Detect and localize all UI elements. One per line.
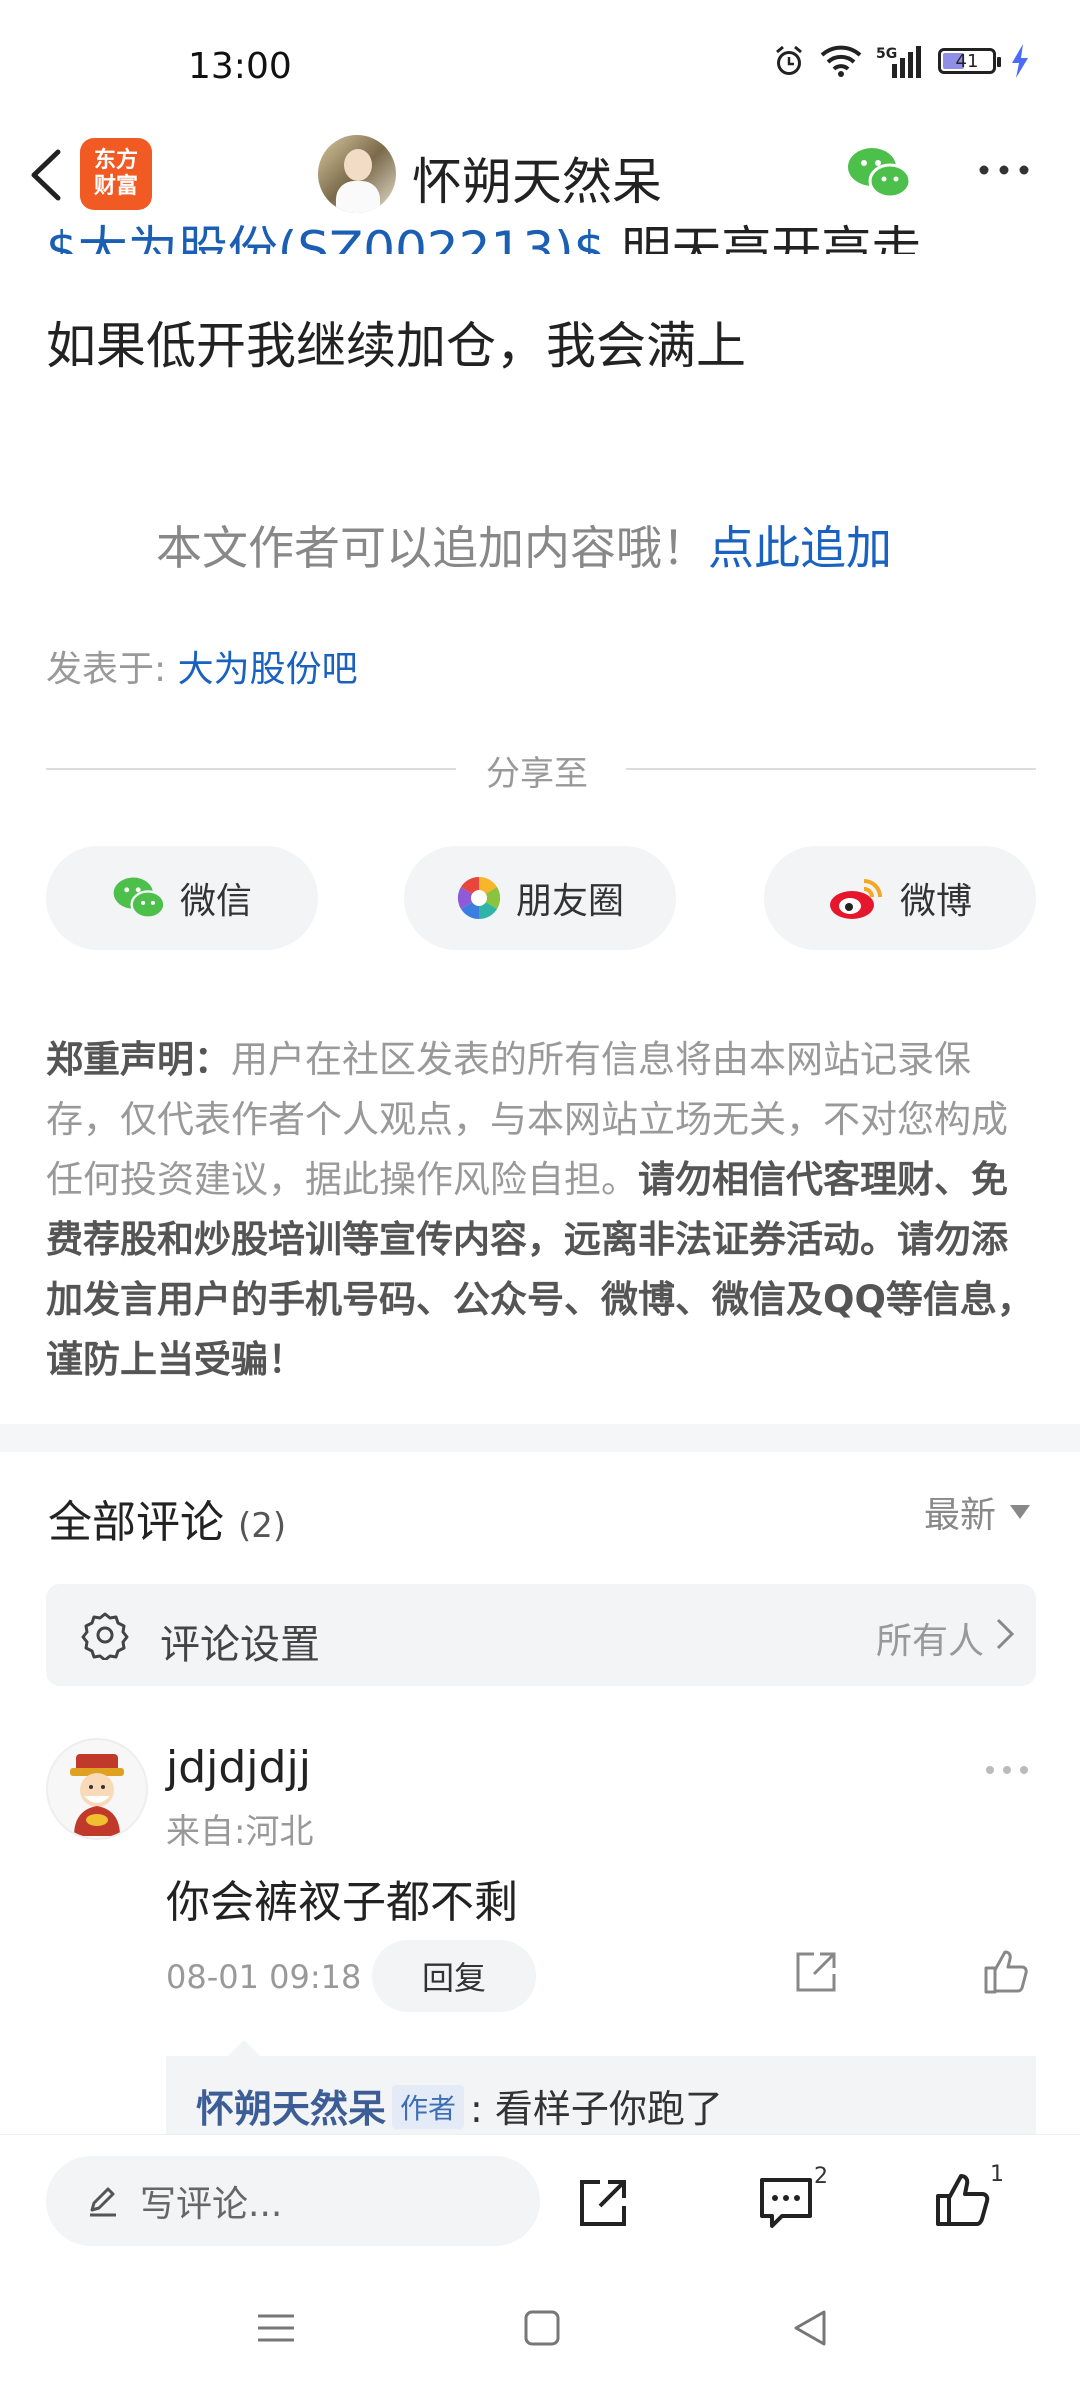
posted-in: 发表于: 大为股份吧: [46, 640, 358, 692]
comments-count: (2): [238, 1506, 287, 1546]
weibo-icon: [829, 879, 882, 919]
share-weibo-button[interactable]: 微博: [764, 846, 1036, 950]
comment-settings-value: 所有人: [875, 1621, 984, 1662]
comment-text: 你会裤衩子都不剩: [166, 1877, 518, 1928]
nav-back-icon[interactable]: [788, 2306, 832, 2350]
stock-link[interactable]: $大为股份(SZ002213)$: [46, 221, 606, 254]
author-name-title[interactable]: 怀朔天然呆: [412, 142, 662, 214]
share-weibo-label: 微博: [899, 881, 972, 922]
status-icons: 5G 41: [772, 44, 1030, 78]
chevron-right-icon: [996, 1618, 1015, 1650]
share-wechat-button[interactable]: 微信: [46, 846, 318, 950]
share-label: 分享至: [486, 754, 588, 794]
like-icon[interactable]: [980, 1946, 1030, 1996]
reply-author[interactable]: 怀朔天然呆: [196, 2087, 386, 2131]
author-tag: 作者: [392, 2085, 465, 2129]
share-wechat-label: 微信: [179, 881, 252, 922]
signal-5g-icon: 5G: [876, 46, 921, 78]
append-prompt-text: 本文作者可以追加内容哦！: [156, 521, 708, 575]
comment-settings-label: 评论设置: [160, 1622, 320, 1668]
comment-count-badge: 2: [814, 2164, 828, 2189]
comments-title: 全部评论 (2): [48, 1486, 286, 1550]
sort-label: 最新: [923, 1495, 996, 1536]
svg-text:5G: 5G: [876, 46, 897, 62]
like-icon[interactable]: [932, 2170, 992, 2230]
author-avatar[interactable]: [318, 135, 396, 213]
moments-icon: [457, 876, 501, 920]
comment-time: 08-01 09:18: [166, 1958, 362, 1996]
article-text-part: 明天高开高走，: [605, 221, 972, 254]
section-divider: [0, 1424, 1080, 1452]
caishen-avatar-icon: [70, 1754, 124, 1836]
divider: [46, 768, 456, 770]
alarm-icon: [776, 45, 802, 75]
back-arrow-icon[interactable]: [22, 140, 72, 210]
share-moments-button[interactable]: 朋友圈: [404, 846, 676, 950]
reply-box: 怀朔天然呆 作者: 看样子你跑了: [166, 2056, 1036, 2134]
forum-link[interactable]: 大为股份吧: [178, 649, 358, 690]
comments-title-text: 全部评论: [48, 1497, 224, 1548]
more-options-icon[interactable]: [976, 160, 1032, 180]
gear-icon: [81, 1612, 129, 1660]
share-icon[interactable]: [574, 2174, 632, 2232]
posted-label: 发表于:: [46, 649, 178, 690]
reply-notch: [228, 2040, 260, 2056]
wechat-icon[interactable]: [846, 145, 912, 201]
reply-button[interactable]: 回复: [372, 1940, 536, 2012]
disclaimer-title: 郑重声明：: [46, 1038, 231, 1081]
article-text-cut: $大为股份(SZ002213)$ 明天高开高走，: [46, 214, 971, 254]
reply-line: 怀朔天然呆 作者: 看样子你跑了: [196, 2078, 723, 2133]
article-text-line: 如果低开我继续加仓，我会满上: [46, 317, 746, 375]
comment-placeholder: 写评论...: [140, 2184, 283, 2225]
status-time: 13:00: [188, 46, 292, 87]
charging-icon: [1012, 44, 1028, 78]
commenter-name[interactable]: jdjdjdjj: [166, 1742, 311, 1793]
pencil-icon: [90, 2187, 116, 2217]
share-icon[interactable]: [792, 1948, 840, 1996]
sort-dropdown[interactable]: 最新: [924, 1486, 1030, 1538]
comment-input[interactable]: 写评论...: [46, 2156, 540, 2246]
battery-icon: 41: [938, 48, 1001, 74]
eastmoney-logo[interactable]: 东方 财富: [80, 138, 152, 210]
comment-icon[interactable]: [756, 2172, 816, 2232]
commenter-avatar[interactable]: [46, 1738, 148, 1840]
disclaimer: 郑重声明：用户在社区发表的所有信息将由本网站记录保存，仅代表作者个人观点，与本网…: [46, 1030, 1036, 1390]
logo-text-2: 财富: [93, 174, 138, 199]
share-moments-label: 朋友圈: [515, 881, 624, 922]
append-prompt: 本文作者可以追加内容哦！点此追加: [156, 512, 892, 578]
home-icon[interactable]: [520, 2306, 564, 2350]
divider: [626, 768, 1036, 770]
commenter-location: 来自:河北: [166, 1812, 314, 1852]
dropdown-triangle-icon: [1010, 1505, 1030, 1519]
wechat-icon: [113, 877, 166, 919]
comment-more-icon[interactable]: [982, 1762, 1032, 1778]
logo-text-1: 东方: [93, 148, 138, 173]
reply-text: : 看样子你跑了: [470, 2087, 723, 2131]
append-link[interactable]: 点此追加: [708, 521, 892, 575]
menu-icon[interactable]: [254, 2306, 298, 2350]
like-count-badge: 1: [990, 2162, 1004, 2187]
wifi-icon: [820, 45, 862, 77]
